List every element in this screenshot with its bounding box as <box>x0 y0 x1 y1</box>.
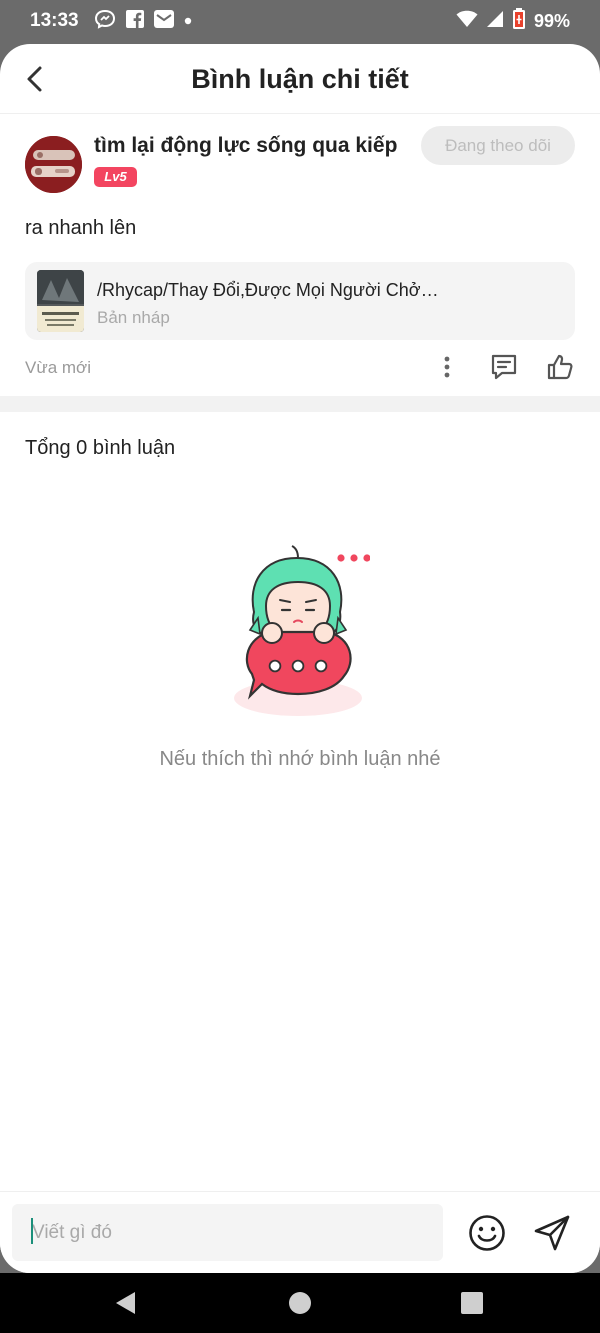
battery-icon <box>512 7 526 35</box>
comment-text: ra nhanh lên <box>25 217 137 239</box>
send-icon <box>534 1215 570 1251</box>
story-card[interactable]: /Rhycap/Thay Đổi,Được Mọi Người Chở… Bản… <box>25 262 575 340</box>
system-nav-bar <box>0 1273 600 1333</box>
header: Bình luận chi tiết <box>0 44 600 114</box>
signal-icon <box>486 10 504 33</box>
story-status: Bản nháp <box>97 308 170 327</box>
battery-percent: 99% <box>533 10 570 31</box>
emoji-button[interactable] <box>467 1213 507 1253</box>
comment-detail-sheet: Bình luận chi tiết tìm lại động lực sống… <box>0 44 600 1273</box>
like-icon <box>547 354 573 380</box>
comment-input-bar <box>0 1191 600 1273</box>
total-comments: Tổng 0 bình luận <box>25 437 176 459</box>
status-time: 13:33 <box>30 10 79 31</box>
author-name[interactable]: tìm lại động lực sống qua kiếp <box>94 134 397 158</box>
more-icon <box>444 356 450 378</box>
comment-time: Vừa mới <box>25 358 91 377</box>
more-button[interactable] <box>429 349 465 385</box>
reply-button[interactable] <box>486 349 522 385</box>
nav-back-button[interactable] <box>110 1287 142 1319</box>
follow-button[interactable]: Đang theo dõi <box>421 126 575 165</box>
nav-home-button[interactable] <box>284 1287 316 1319</box>
section-divider <box>0 396 600 412</box>
dot-icon <box>184 12 192 30</box>
story-thumbnail <box>37 270 84 332</box>
level-badge: Lv5 <box>94 167 137 187</box>
messenger-icon <box>94 9 116 34</box>
recents-square-icon <box>461 1292 483 1314</box>
empty-state-illustration <box>230 544 371 724</box>
send-button[interactable] <box>532 1213 572 1253</box>
notification-icons <box>94 9 192 34</box>
avatar[interactable] <box>25 136 82 193</box>
reply-icon <box>491 354 517 380</box>
back-triangle-icon <box>116 1292 135 1314</box>
nav-recents-button[interactable] <box>456 1287 488 1319</box>
story-title: /Rhycap/Thay Đổi,Được Mọi Người Chở… <box>97 280 439 300</box>
like-button[interactable] <box>542 349 578 385</box>
home-circle-icon <box>289 1292 311 1314</box>
emoji-icon <box>469 1215 505 1251</box>
system-icons: 99% <box>456 7 570 35</box>
facebook-icon <box>126 9 144 33</box>
page-title: Bình luận chi tiết <box>191 64 409 94</box>
status-bar: 13:33 99% <box>0 0 600 44</box>
email-icon <box>154 9 174 33</box>
comment-input[interactable] <box>12 1204 443 1261</box>
text-caret <box>31 1218 33 1244</box>
empty-state-text: Nếu thích thì nhớ bình luận nhé <box>159 748 441 770</box>
wifi-icon <box>456 10 478 33</box>
